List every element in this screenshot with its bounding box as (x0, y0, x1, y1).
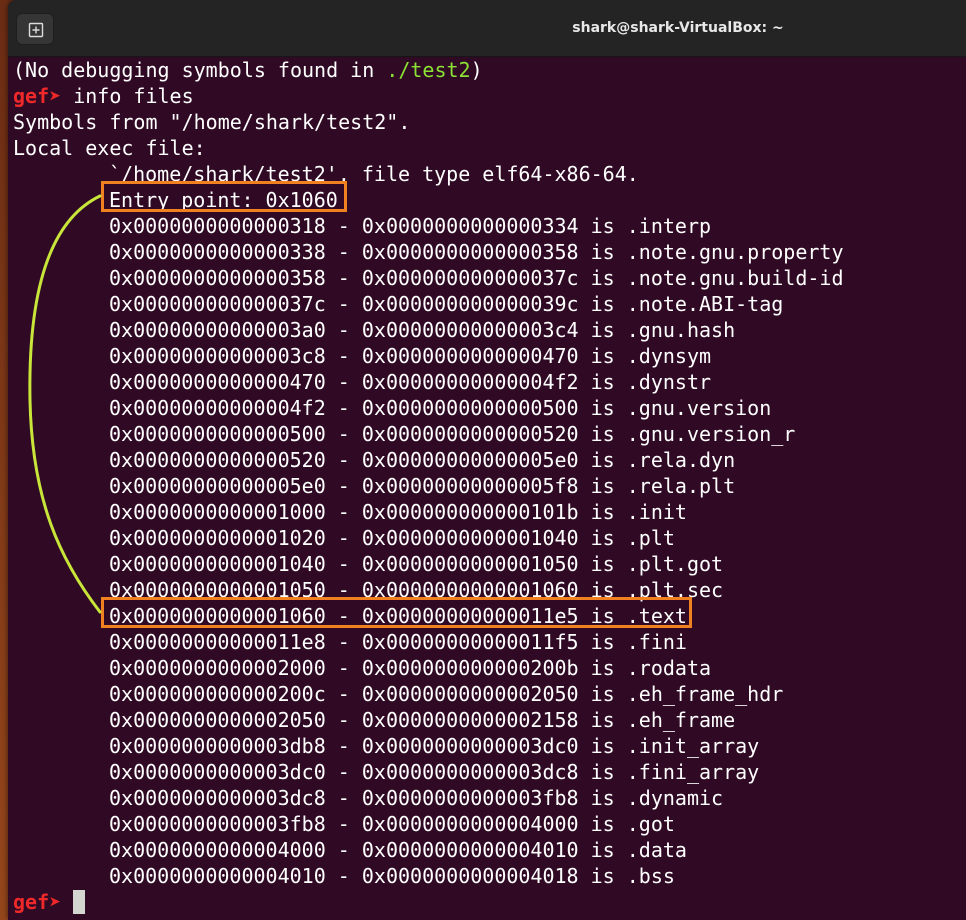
annotation-arrow (28, 194, 102, 614)
